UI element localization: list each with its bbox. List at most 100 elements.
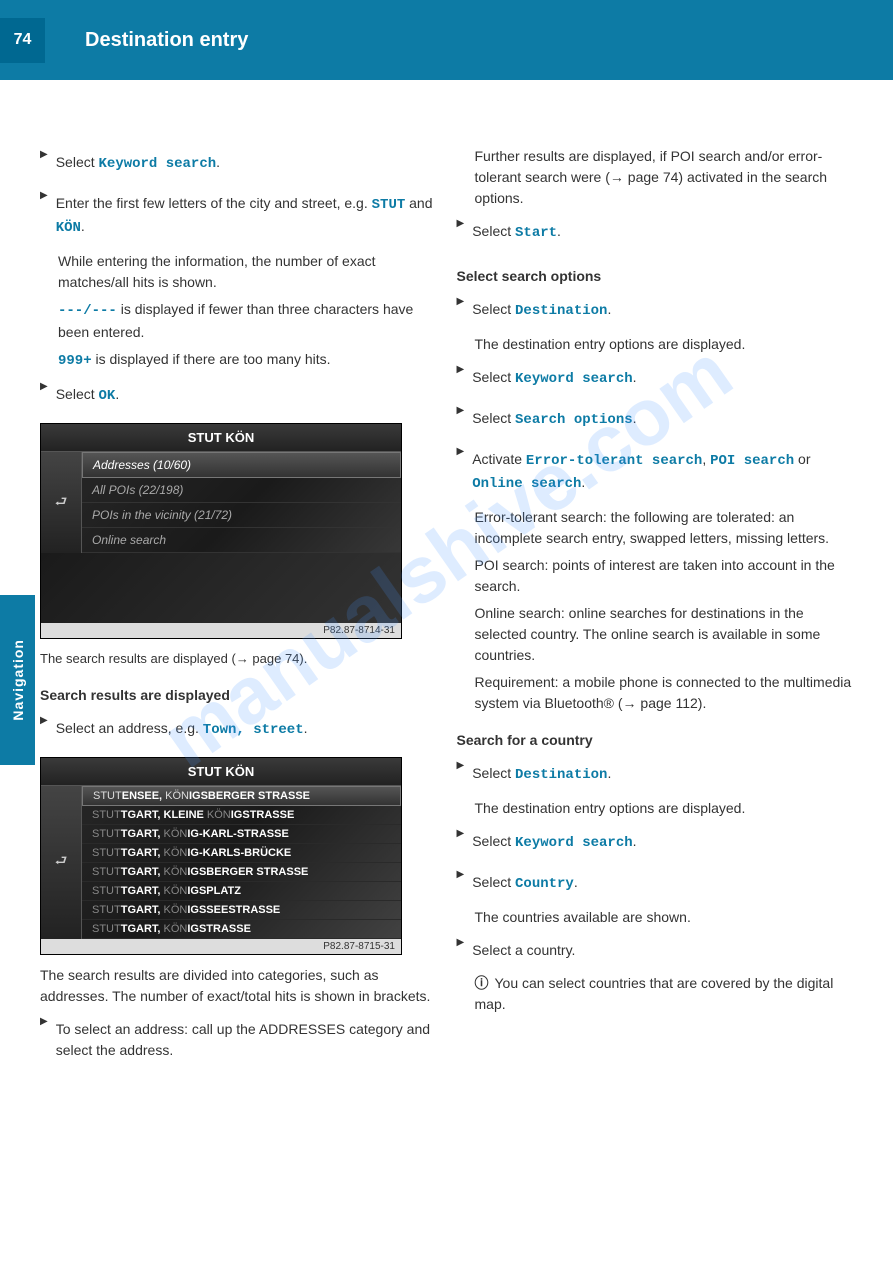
paragraph: POI search: points of interest are taken…: [475, 555, 854, 597]
list-item[interactable]: POIs in the vicinity (21/72): [82, 503, 401, 528]
text: .: [115, 386, 119, 402]
back-icon[interactable]: ⮐: [41, 452, 82, 553]
screenshot-address-list: STUT KÖN ⮐ STUTENSEE, KÖNIGSBERGER STRAS…: [40, 757, 402, 955]
text: To select an address: call up the ADDRES…: [56, 1019, 437, 1061]
ui-label: Keyword search: [99, 156, 217, 172]
text: Select: [472, 874, 515, 890]
screenshot-ref: P82.87-8715-31: [41, 939, 401, 954]
list-item[interactable]: Addresses (10/60): [82, 452, 401, 478]
step: Select Keyword search.: [40, 146, 437, 181]
ui-label: KÖN: [56, 220, 81, 236]
text: .: [574, 874, 578, 890]
ui-label: Town, street: [203, 722, 304, 738]
back-icon[interactable]: ⮐: [41, 786, 82, 939]
list-item[interactable]: STUTTGART, KÖNIG-KARL-STRASSE: [82, 825, 401, 844]
header-title: Destination entry: [85, 29, 248, 52]
text: Select an address, e.g.: [56, 720, 203, 736]
ui-label: Country: [515, 876, 574, 892]
step: Select Keyword search.: [457, 361, 854, 396]
text: .: [304, 720, 308, 736]
step: Select Keyword search.: [457, 825, 854, 860]
paragraph: While entering the information, the numb…: [58, 251, 437, 293]
list-item[interactable]: STUTTGART, KÖNIGSPLATZ: [82, 882, 401, 901]
text: .: [633, 410, 637, 426]
text: ,: [702, 451, 710, 467]
ui-label: Destination: [515, 767, 607, 783]
text: Select: [472, 223, 515, 239]
step: Select a country.: [457, 934, 854, 967]
text: Select: [472, 765, 515, 781]
ui-label: POI search: [710, 453, 794, 469]
text: Select: [472, 369, 515, 385]
text: Select a country.: [472, 940, 575, 961]
ui-label: Destination: [515, 303, 607, 319]
ui-label: OK: [99, 388, 116, 404]
ui-label: 999+: [58, 353, 92, 369]
text: .: [633, 369, 637, 385]
text: Select: [472, 301, 515, 317]
step: Select Country.: [457, 866, 854, 901]
paragraph: The countries available are shown.: [475, 907, 854, 928]
ui-label: Keyword search: [515, 835, 633, 851]
step: Select OK.: [40, 378, 437, 413]
ui-label: Start: [515, 225, 557, 241]
paragraph: Requirement: a mobile phone is connected…: [475, 672, 854, 714]
step: Activate Error-tolerant search, POI sear…: [457, 443, 854, 501]
ui-label: STUT: [372, 197, 406, 213]
step: Select Destination.: [457, 757, 854, 792]
page-number: 74: [0, 18, 45, 63]
step: Enter the first few letters of the city …: [40, 187, 437, 245]
list-item[interactable]: STUTTGART, KÖNIGSTRASSE: [82, 920, 401, 939]
step: Select Destination.: [457, 293, 854, 328]
paragraph: Online search: online searches for desti…: [475, 603, 854, 666]
list-item[interactable]: STUTTGART, KÖNIGSSEESTRASSE: [82, 901, 401, 920]
screenshot-title: STUT KÖN: [41, 758, 401, 786]
step: Select Search options.: [457, 402, 854, 437]
text: and: [405, 195, 432, 211]
text: is displayed if there are too many hits.: [92, 351, 331, 367]
list-item[interactable]: STUTTGART, KÖNIGSBERGER STRASSE: [82, 863, 401, 882]
caption: The search results are displayed (→ page…: [40, 649, 437, 669]
ui-label: ---/---: [58, 303, 117, 319]
text: Activate: [472, 451, 526, 467]
right-column: Further results are displayed, if POI se…: [447, 140, 864, 1073]
text: Select: [56, 386, 99, 402]
ui-label: Error-tolerant search: [526, 453, 702, 469]
text: Select: [472, 410, 515, 426]
text: Select: [472, 833, 515, 849]
text: Select: [56, 154, 99, 170]
text: .: [81, 218, 85, 234]
text: .: [557, 223, 561, 239]
text: .: [607, 301, 611, 317]
text: or: [794, 451, 810, 467]
ui-label: Online search: [472, 476, 581, 492]
paragraph: The search results are divided into cate…: [40, 965, 437, 1007]
step: Select an address, e.g. Town, street.: [40, 712, 437, 747]
paragraph: 999+ is displayed if there are too many …: [58, 349, 437, 372]
section-heading: Select search options: [457, 266, 854, 287]
header-bar: 74 Destination entry: [0, 0, 893, 80]
paragraph: Further results are displayed, if POI se…: [475, 146, 854, 209]
list-item[interactable]: STUTTGART, KÖNIG-KARLS-BRÜCKE: [82, 844, 401, 863]
step: To select an address: call up the ADDRES…: [40, 1013, 437, 1067]
paragraph: The destination entry options are displa…: [475, 334, 854, 355]
list-item[interactable]: STUTENSEE, KÖNIGSBERGER STRASSE: [82, 786, 401, 806]
list-item[interactable]: Online search: [82, 528, 401, 553]
text: .: [633, 833, 637, 849]
section-heading: Search results are displayed: [40, 685, 437, 706]
list-item[interactable]: All POIs (22/198): [82, 478, 401, 503]
text: Enter the first few letters of the city …: [56, 195, 372, 211]
screenshot-title: STUT KÖN: [41, 424, 401, 452]
ui-label: Search options: [515, 412, 633, 428]
paragraph: ---/--- is displayed if fewer than three…: [58, 299, 437, 343]
ui-label: Keyword search: [515, 371, 633, 387]
paragraph: The destination entry options are displa…: [475, 798, 854, 819]
screenshot-ref: P82.87-8714-31: [41, 623, 401, 638]
info-note: You can select countries that are covere…: [475, 973, 854, 1015]
list-item[interactable]: STUTTGART, KLEINE KÖNIGSTRASSE: [82, 806, 401, 825]
text: .: [607, 765, 611, 781]
left-column: Select Keyword search. Enter the first f…: [30, 140, 447, 1073]
side-tab: Navigation: [0, 595, 35, 765]
text: .: [581, 474, 585, 490]
section-heading: Search for a country: [457, 730, 854, 751]
